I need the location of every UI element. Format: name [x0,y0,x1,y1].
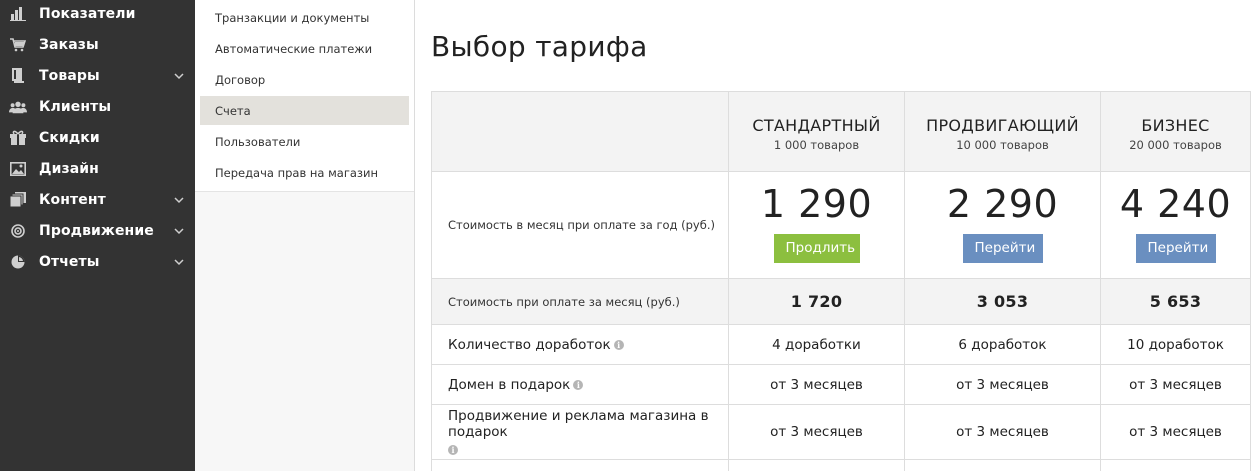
plan-header-promoting: ПРОДВИГАЮЩИЙ 10 000 товаров [904,91,1101,172]
sidebar-item-label: Показатели [39,5,136,22]
table-cell [728,459,905,471]
sidebar-item-label: Скидки [39,129,100,146]
price-month-value: 1 720 [790,292,843,311]
submenu-item-contract[interactable]: Договор [200,65,409,94]
sidebar-item-products[interactable]: Товары [0,60,195,91]
plan-subtitle: 20 000 товаров [1129,137,1222,152]
page-title: Выбор тарифа [431,30,648,63]
table-row: Количество доработок i 4 доработки 6 дора… [431,324,1251,365]
pie-chart-icon [9,253,27,271]
header-blank-cell [431,91,729,172]
table-cell [904,459,1101,471]
sidebar-item-label: Дизайн [39,160,99,177]
domain-gift-cell: от 3 месяцев [904,364,1101,405]
sidebar-item-clients[interactable]: Клиенты [0,91,195,122]
table-row: Стоимость при оплате за месяц (руб.) 1 7… [431,278,1251,325]
table-cell [431,459,729,471]
target-icon [9,222,27,240]
sidebar-item-label: Отчеты [39,253,100,270]
row-label-promo: Продвижение и реклама магазина в подарок… [431,404,729,460]
main-sidebar: Показатели Заказы Товары Клиенты Скидки … [0,0,195,471]
submenu-item-auto-payments[interactable]: Автоматические платежи [200,34,409,63]
price-month-cell: 1 720 [728,278,905,325]
pages-icon [9,191,27,209]
sidebar-item-promotion[interactable]: Продвижение [0,215,195,246]
price-year-value: 2 290 [946,182,1059,226]
price-month-value: 5 653 [1149,292,1202,311]
chevron-down-icon [174,258,184,265]
table-cell [1100,459,1251,471]
switch-plan-button[interactable]: Перейти [1135,234,1216,263]
table-row: Домен в подарок i от 3 месяцев от 3 месяц… [431,364,1251,405]
price-year-cell: 4 240 Перейти [1100,171,1251,279]
price-year-value: 4 240 [1119,182,1232,226]
chevron-down-icon [174,72,184,79]
submenu-list: Транзакции и документы Автоматические пл… [195,0,414,192]
row-label-domain: Домен в подарок i [431,364,729,405]
table-header-row: СТАНДАРТНЫЙ 1 000 товаров ПРОДВИГАЮЩИЙ 1… [431,91,1251,172]
switch-plan-button[interactable]: Перейти [962,234,1043,263]
users-icon [9,98,27,116]
info-icon[interactable]: i [613,339,624,350]
sidebar-item-content[interactable]: Контент [0,184,195,215]
sidebar-item-reports[interactable]: Отчеты [0,246,195,277]
sidebar-item-label: Товары [39,67,100,84]
row-label-text: Количество доработок [448,336,611,353]
account-submenu: Транзакции и документы Автоматические пл… [195,0,415,471]
submenu-item-invoices[interactable]: Счета [200,96,409,125]
promo-gift-cell: от 3 месяцев [1100,404,1251,460]
info-icon[interactable]: i [573,379,584,390]
row-label-text: Домен в подарок [448,376,571,393]
sidebar-item-label: Продвижение [39,222,154,239]
sidebar-item-orders[interactable]: Заказы [0,29,195,60]
sidebar-item-label: Заказы [39,36,99,53]
price-year-cell: 1 290 Продлить [728,171,905,279]
row-label: Стоимость при оплате за месяц (руб.) [431,278,729,325]
cart-icon [9,36,27,54]
sidebar-item-label: Контент [39,191,106,208]
price-month-cell: 5 653 [1100,278,1251,325]
row-label: Стоимость в месяц при оплате за год (руб… [431,171,729,279]
bar-chart-icon [9,5,27,23]
domain-gift-cell: от 3 месяцев [1100,364,1251,405]
plan-header-business: БИЗНЕС 20 000 товаров [1100,91,1251,172]
submenu-item-transactions[interactable]: Транзакции и документы [200,3,409,32]
promo-gift-cell: от 3 месяцев [904,404,1101,460]
book-icon [9,67,27,85]
promo-gift-cell: от 3 месяцев [728,404,905,460]
image-icon [9,160,27,178]
price-year-cell: 2 290 Перейти [904,171,1101,279]
plan-subtitle: 1 000 товаров [773,137,860,152]
price-month-value: 3 053 [976,292,1029,311]
price-year-value: 1 290 [760,182,873,226]
plan-subtitle: 10 000 товаров [956,137,1049,152]
domain-gift-cell: от 3 месяцев [728,364,905,405]
sidebar-item-design[interactable]: Дизайн [0,153,195,184]
plan-header-standard: СТАНДАРТНЫЙ 1 000 товаров [728,91,905,172]
sidebar-item-discounts[interactable]: Скидки [0,122,195,153]
improvements-cell: 10 доработок [1100,324,1251,365]
chevron-down-icon [174,196,184,203]
improvements-cell: 4 доработки [728,324,905,365]
plan-name: СТАНДАРТНЫЙ [752,115,881,135]
gift-icon [9,129,27,147]
submenu-item-users[interactable]: Пользователи [200,127,409,156]
renew-button[interactable]: Продлить [773,234,860,263]
chevron-down-icon [174,227,184,234]
submenu-item-transfer-rights[interactable]: Передача прав на магазин [200,158,409,187]
price-month-cell: 3 053 [904,278,1101,325]
improvements-cell: 6 доработок [904,324,1101,365]
tariff-comparison-table: СТАНДАРТНЫЙ 1 000 товаров ПРОДВИГАЮЩИЙ 1… [431,91,1251,471]
info-icon[interactable]: i [448,445,458,455]
table-row: Продвижение и реклама магазина в подарок… [431,404,1251,460]
table-row [431,459,1251,471]
sidebar-item-indicators[interactable]: Показатели [0,0,195,29]
sidebar-item-label: Клиенты [39,98,112,115]
table-row: Стоимость в месяц при оплате за год (руб… [431,171,1251,279]
plan-name: ПРОДВИГАЮЩИЙ [926,115,1079,135]
row-label-text: Продвижение и реклама магазина в подарок [448,408,709,440]
plan-name: БИЗНЕС [1141,115,1210,135]
row-label-improvements: Количество доработок i [431,324,729,365]
